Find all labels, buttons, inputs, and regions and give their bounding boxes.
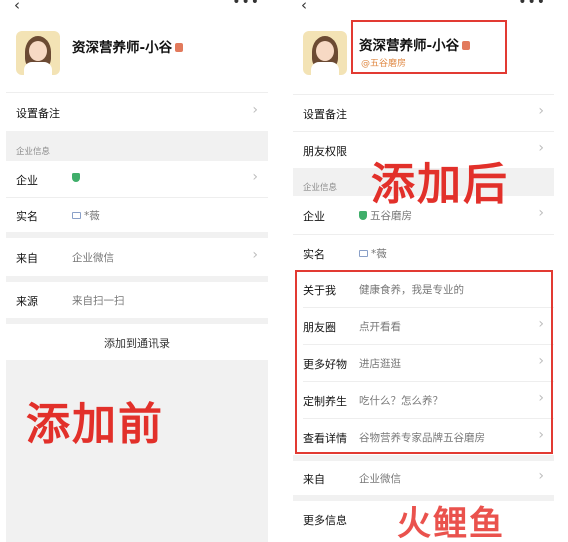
- avatar[interactable]: [16, 31, 60, 75]
- more-icon[interactable]: •••: [518, 0, 546, 10]
- after-caption: 添加后: [371, 159, 509, 210]
- back-icon[interactable]: ‹: [14, 0, 20, 14]
- chevron-right-icon: ›: [252, 169, 258, 185]
- chevron-right-icon: ›: [252, 102, 258, 118]
- enterprise-label: 企业: [303, 210, 325, 223]
- remark-label: 设置备注: [16, 107, 60, 120]
- source-row: 来源 来自扫一扫: [6, 282, 268, 318]
- back-icon[interactable]: ‹: [301, 0, 307, 14]
- profile-before-panel: ‹ ••• 资深营养师-小谷 设置备注 › 企业信息 企业 › 实名 *薇 来自…: [6, 0, 268, 542]
- corp-badge-icon: [175, 43, 184, 52]
- avatar[interactable]: [303, 31, 347, 75]
- highlight-box-name: [351, 20, 507, 74]
- top-bar: ‹ •••: [293, 0, 554, 14]
- from-label: 来自: [303, 473, 325, 486]
- realname-label: 实名: [303, 248, 325, 261]
- add-contact-row[interactable]: 添加到通讯录: [6, 324, 268, 360]
- highlight-box-profile-fields: [295, 270, 553, 454]
- from-value: 企业微信: [72, 252, 114, 264]
- from-row[interactable]: 来自 企业微信 ›: [6, 238, 268, 276]
- realname-value: *薇: [371, 248, 387, 260]
- realname-value: *薇: [84, 210, 100, 222]
- remark-row[interactable]: 设置备注 ›: [293, 95, 554, 131]
- friend-permission-label: 朋友权限: [303, 145, 347, 158]
- from-label: 来自: [16, 252, 38, 265]
- realname-row: 实名 *薇: [6, 198, 268, 232]
- enterprise-label: 企业: [16, 174, 38, 187]
- more-icon[interactable]: •••: [232, 0, 260, 10]
- add-to-contacts-button[interactable]: 添加到通讯录: [6, 335, 268, 351]
- chevron-right-icon: ›: [538, 103, 544, 119]
- from-row[interactable]: 来自 企业微信 ›: [293, 461, 554, 495]
- id-card-icon: [72, 212, 81, 219]
- chevron-right-icon: ›: [538, 140, 544, 156]
- realname-label: 实名: [16, 210, 38, 223]
- realname-row: 实名 *薇: [293, 235, 554, 271]
- id-card-icon: [359, 250, 368, 257]
- chevron-right-icon: ›: [538, 205, 544, 221]
- section-label: 企业信息: [303, 183, 338, 193]
- enterprise-row[interactable]: 企业 ›: [6, 161, 268, 197]
- more-info-label: 更多信息: [303, 514, 347, 527]
- verified-shield-icon: [72, 173, 80, 182]
- verified-shield-icon: [359, 211, 367, 220]
- chevron-right-icon: ›: [252, 247, 258, 263]
- profile-name: 资深营养师-小谷: [72, 36, 184, 56]
- remark-row[interactable]: 设置备注 ›: [6, 93, 268, 131]
- chevron-right-icon: ›: [538, 468, 544, 484]
- section-band: 企业信息: [6, 131, 268, 161]
- source-value: 来自扫一扫: [72, 295, 125, 307]
- watermark-logo: 火鲤鱼: [397, 504, 505, 542]
- profile-after-panel: ‹ ••• 资深营养师-小谷 @五谷磨房 设置备注 › 朋友权限 › 企业信息 …: [293, 0, 554, 542]
- from-value: 企业微信: [359, 473, 401, 485]
- section-label: 企业信息: [16, 147, 51, 157]
- top-bar: ‹ •••: [6, 0, 268, 14]
- remark-label: 设置备注: [303, 108, 347, 121]
- source-label: 来源: [16, 295, 38, 308]
- before-caption: 添加前: [26, 399, 164, 450]
